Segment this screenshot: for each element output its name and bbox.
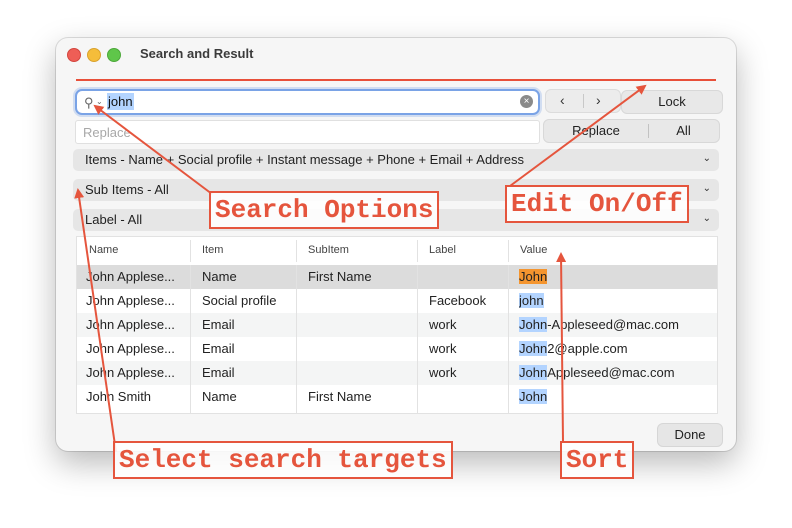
arrow-edit-onoff	[509, 84, 647, 187]
arrow-sort	[556, 252, 567, 443]
callout-sort: Sort	[560, 441, 635, 479]
arrow-select-targets	[74, 188, 117, 453]
callout-search-options: Search Options	[209, 191, 440, 229]
callout-edit-onoff: Edit On/Off	[505, 185, 689, 223]
callout-select-targets: Select search targets	[113, 441, 453, 479]
arrow-search-options	[93, 104, 213, 195]
